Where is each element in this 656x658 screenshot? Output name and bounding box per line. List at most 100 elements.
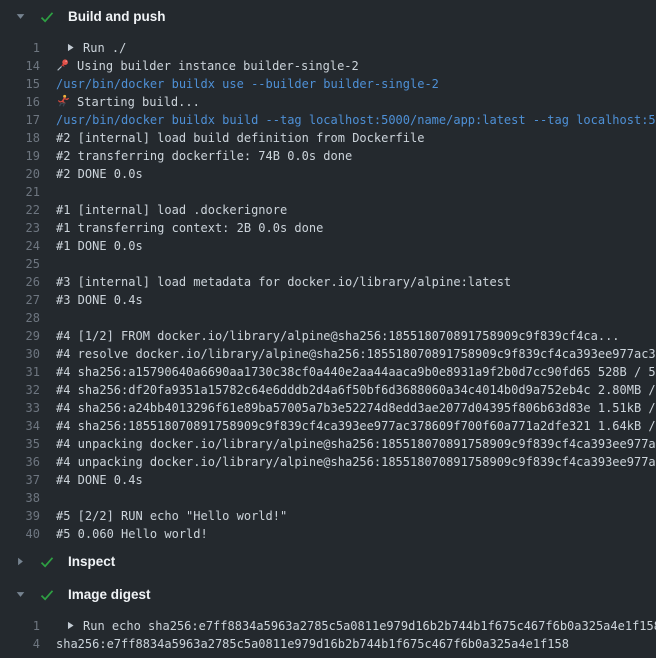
log-line-content: Run ./: [56, 39, 656, 57]
log-line: 18 #2 [internal] load build definition fr…: [0, 129, 656, 147]
log-text: /usr/bin/docker buildx build --tag local…: [56, 113, 656, 127]
log-line: 29 #4 [1/2] FROM docker.io/library/alpine…: [0, 327, 656, 345]
log-line-content: #4 sha256:185518070891758909c9f839cf4ca3…: [56, 417, 656, 435]
run-toggle-icon[interactable]: [66, 39, 75, 57]
line-number-link[interactable]: 24: [0, 237, 40, 255]
log-text: #4 sha256:185518070891758909c9f839cf4ca3…: [56, 419, 656, 433]
line-number-link[interactable]: 23: [0, 219, 40, 237]
log-line-content: [56, 183, 656, 201]
log-line: 38: [0, 489, 656, 507]
pushpin-icon[interactable]: [56, 58, 70, 72]
line-number-link[interactable]: 18: [0, 129, 40, 147]
log-text: Run ./: [83, 41, 126, 55]
log-block-build-and-push: 1Run ./14Using builder instance builder-…: [0, 33, 656, 545]
run-toggle-icon[interactable]: [66, 617, 75, 635]
log-text: #4 [1/2] FROM docker.io/library/alpine@s…: [56, 329, 620, 343]
section-header-image-digest[interactable]: Image digest: [0, 578, 656, 611]
log-line-content: #2 [internal] load build definition from…: [56, 129, 656, 147]
log-line-content: sha256:e7ff8834a5963a2785c5a0811e979d16b…: [56, 635, 656, 653]
log-text: /usr/bin/docker buildx use --builder bui…: [56, 77, 439, 91]
line-number-link[interactable]: 1: [0, 39, 40, 57]
log-line-content: /usr/bin/docker buildx use --builder bui…: [56, 75, 656, 93]
section-header-inspect[interactable]: Inspect: [0, 545, 656, 578]
log-line-content: #2 transferring dockerfile: 74B 0.0s don…: [56, 147, 656, 165]
log-line-content: #4 unpacking docker.io/library/alpine@sh…: [56, 453, 656, 471]
log-line: 19 #2 transferring dockerfile: 74B 0.0s d…: [0, 147, 656, 165]
line-number-link[interactable]: 28: [0, 309, 40, 327]
line-number-link[interactable]: 16: [0, 93, 40, 111]
log-line: 1 Run ./: [0, 39, 656, 57]
log-text: #4 unpacking docker.io/library/alpine@sh…: [56, 437, 656, 451]
line-number-link[interactable]: 37: [0, 471, 40, 489]
log-line: 1 Run echo sha256:e7ff8834a5963a2785c5a08…: [0, 617, 656, 635]
log-line: 26 #3 [internal] load metadata for docker…: [0, 273, 656, 291]
line-number-link[interactable]: 36: [0, 453, 40, 471]
log-line-content: [56, 309, 656, 327]
check-icon[interactable]: [39, 9, 55, 25]
log-line: 21: [0, 183, 656, 201]
line-number-link[interactable]: 21: [0, 183, 40, 201]
log-block-image-digest: 1 Run echo sha256:e7ff8834a5963a2785c5a08…: [0, 611, 656, 655]
log-line: 24 #1 DONE 0.0s: [0, 237, 656, 255]
line-number-link[interactable]: 20: [0, 165, 40, 183]
runner-icon[interactable]: [56, 94, 70, 108]
check-icon[interactable]: [39, 554, 55, 570]
line-number-link[interactable]: 15: [0, 75, 40, 93]
line-number-link[interactable]: 35: [0, 435, 40, 453]
log-text: #2 transferring dockerfile: 74B 0.0s don…: [56, 149, 352, 163]
line-number-link[interactable]: 30: [0, 345, 40, 363]
line-number-link[interactable]: 4: [0, 635, 40, 653]
chevron-right-icon[interactable]: [14, 556, 26, 567]
log-line: 28: [0, 309, 656, 327]
log-line: 25: [0, 255, 656, 273]
log-line: 23 #1 transferring context: 2B 0.0s done: [0, 219, 656, 237]
line-number-link[interactable]: 33: [0, 399, 40, 417]
log-text: #4 DONE 0.4s: [56, 473, 143, 487]
log-line-content: Run echo sha256:e7ff8834a5963a2785c5a081…: [56, 617, 656, 635]
section-header-build-and-push[interactable]: Build and push: [0, 0, 656, 33]
log-line-content: Starting build...: [56, 93, 656, 111]
line-number-link[interactable]: 39: [0, 507, 40, 525]
log-text: #2 DONE 0.0s: [56, 167, 143, 181]
section-title: Build and push: [68, 9, 166, 24]
line-number-link[interactable]: 29: [0, 327, 40, 345]
log-text: #3 [internal] load metadata for docker.i…: [56, 275, 511, 289]
log-line-content: #4 sha256:a15790640a6690aa1730c38cf0a440…: [56, 363, 656, 381]
line-number-link[interactable]: 22: [0, 201, 40, 219]
log-line: 36 #4 unpacking docker.io/library/alpine@…: [0, 453, 656, 471]
log-line: 4 sha256:e7ff8834a5963a2785c5a0811e979d16…: [0, 635, 656, 653]
line-number-link[interactable]: 17: [0, 111, 40, 129]
line-number-link[interactable]: 40: [0, 525, 40, 543]
line-number-link[interactable]: 25: [0, 255, 40, 273]
line-number-link[interactable]: 14: [0, 57, 40, 75]
log-text: #5 [2/2] RUN echo "Hello world!": [56, 509, 287, 523]
log-text: #4 sha256:a15790640a6690aa1730c38cf0a440…: [56, 365, 656, 379]
log-text: #4 resolve docker.io/library/alpine@sha2…: [56, 347, 656, 361]
workflow-log-panel: Build and push1Run ./14Using builder ins…: [0, 0, 656, 658]
log-line-content: [56, 255, 656, 273]
log-line-content: #1 transferring context: 2B 0.0s done: [56, 219, 656, 237]
log-line-content: #1 DONE 0.0s: [56, 237, 656, 255]
log-line: 15/usr/bin/docker buildx use --builder b…: [0, 75, 656, 93]
line-number-link[interactable]: 19: [0, 147, 40, 165]
line-number-link[interactable]: 32: [0, 381, 40, 399]
section-title: Inspect: [68, 554, 115, 569]
section-title: Image digest: [68, 587, 151, 602]
line-number-link[interactable]: 1: [0, 617, 40, 635]
line-number-link[interactable]: 27: [0, 291, 40, 309]
line-number-link[interactable]: 38: [0, 489, 40, 507]
chevron-down-icon[interactable]: [14, 11, 26, 22]
line-number-link[interactable]: 34: [0, 417, 40, 435]
log-text: #1 DONE 0.0s: [56, 239, 143, 253]
log-line: 17/usr/bin/docker buildx build --tag loc…: [0, 111, 656, 129]
log-line: 16 Starting build...: [0, 93, 656, 111]
line-number-link[interactable]: 31: [0, 363, 40, 381]
check-icon[interactable]: [39, 587, 55, 603]
line-number-link[interactable]: 26: [0, 273, 40, 291]
log-text: #4 sha256:a24bb4013296f61e89ba57005a7b3e…: [56, 401, 656, 415]
log-line-content: #4 resolve docker.io/library/alpine@sha2…: [56, 345, 656, 363]
log-line: 39 #5 [2/2] RUN echo "Hello world!": [0, 507, 656, 525]
log-text: #2 [internal] load build definition from…: [56, 131, 424, 145]
log-line: 32#4 sha256:df20fa9351a15782c64e6dddb2d4…: [0, 381, 656, 399]
chevron-down-icon[interactable]: [14, 589, 26, 600]
